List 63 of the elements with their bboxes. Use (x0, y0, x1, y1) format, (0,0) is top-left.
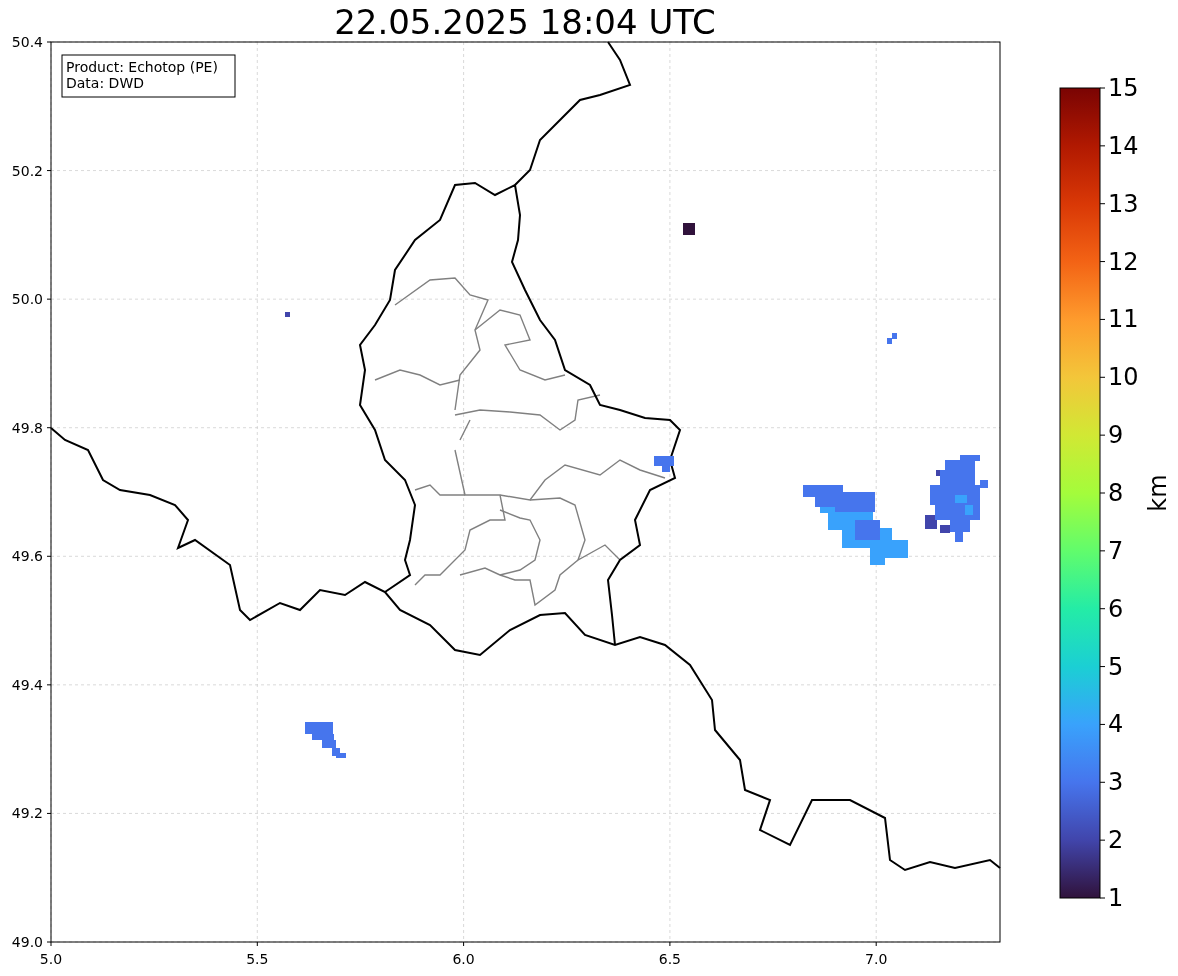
axis-tick-label: 49.2 (11, 805, 43, 822)
colorbar-tick-label: 14 (1108, 131, 1139, 160)
tick-mark (1099, 666, 1106, 668)
axis-tick-label: 7.0 (865, 951, 888, 967)
axis-tick-label: 5.0 (39, 951, 63, 967)
tick-mark (46, 298, 52, 300)
tick-mark (1099, 261, 1106, 263)
colorbar-tick-label: 5 (1108, 652, 1124, 681)
map-title: 22.05.2025 18:04 UTC (334, 2, 716, 42)
axis-tick-label: 50.2 (11, 162, 43, 179)
axis-tick-label: 5.5 (246, 951, 269, 967)
axis-tick-label: 49.6 (11, 548, 43, 565)
tick-mark (46, 427, 52, 429)
colorbar-tick-label: 15 (1108, 74, 1139, 102)
colorbar-tick-label: 8 (1108, 479, 1124, 507)
tick-mark (1099, 723, 1106, 725)
tick-mark (1099, 781, 1106, 783)
colorbar-tick-label: 13 (1108, 189, 1139, 218)
axis-tick-label: 49.4 (11, 676, 43, 693)
colorbar-tick-label: 3 (1108, 768, 1124, 797)
colorbar-tick-label: 12 (1108, 247, 1139, 276)
tick-mark (46, 555, 52, 557)
tick-mark (1099, 203, 1106, 205)
radar-echo (887, 333, 897, 344)
tick-mark (1099, 839, 1106, 841)
axis-tick-label: 6.0 (452, 951, 475, 967)
colorbar-tick-label: 9 (1108, 421, 1124, 450)
colorbar-tick-label: 1 (1108, 884, 1124, 912)
tick-mark (1099, 145, 1106, 147)
info-text: Data: DWD (66, 75, 144, 91)
axis-tick-label: 50.0 (11, 291, 43, 308)
axis-tick-label: 49.0 (11, 934, 43, 950)
tick-mark (1099, 87, 1106, 89)
info-text: Product: Echotop (PE) (66, 59, 218, 75)
colorbar-tick-label: 4 (1108, 710, 1124, 739)
tick-mark (1099, 608, 1106, 610)
tick-mark (463, 941, 465, 947)
tick-mark (46, 684, 52, 686)
tick-mark (46, 41, 52, 43)
tick-mark (1099, 376, 1106, 378)
tick-mark (1099, 434, 1106, 436)
tick-mark (1099, 550, 1106, 552)
tick-mark (46, 812, 52, 814)
tick-mark (1099, 318, 1106, 320)
radar-echo (654, 456, 674, 472)
tick-mark (669, 941, 671, 947)
colorbar-tick-label: 2 (1108, 826, 1124, 855)
colorbar-tick-label: 11 (1108, 305, 1139, 334)
tick-mark (1099, 897, 1106, 899)
radar-echo (683, 223, 695, 235)
axis-tick-label: 49.8 (11, 419, 43, 436)
tick-mark (875, 941, 877, 947)
colorbar-label: km (1144, 474, 1172, 512)
tick-mark (46, 170, 52, 172)
colorbar-tick-label: 10 (1108, 363, 1139, 392)
tick-mark (256, 941, 258, 947)
colorbar-tick-label: 7 (1108, 536, 1124, 565)
radar-echo (305, 722, 346, 758)
radar-echo (285, 312, 290, 317)
axis-tick-label: 6.5 (658, 951, 682, 967)
axis-tick-label: 50.4 (11, 34, 43, 50)
tick-mark (1099, 492, 1106, 494)
colorbar-tick-label: 6 (1108, 594, 1124, 623)
